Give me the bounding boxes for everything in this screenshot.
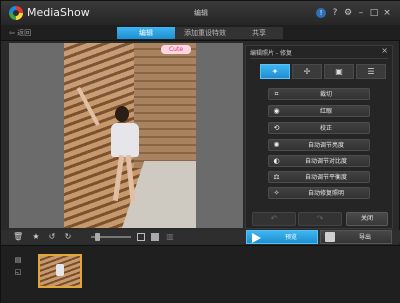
list-view-icon[interactable]: ▤ xyxy=(13,256,23,265)
panel-divider xyxy=(250,58,388,59)
panel-close-icon[interactable]: × xyxy=(381,46,388,55)
auto-brightness-button[interactable]: ✺ 自动调节亮度 xyxy=(268,139,370,151)
photo-preview[interactable] xyxy=(64,43,196,228)
red-eye-button[interactable]: ◉ 红眼 xyxy=(268,105,370,117)
title-bar: MediaShow 编辑 ! ? ⚙ – □ × xyxy=(1,1,400,25)
film-strip: ▤ ◱ xyxy=(1,245,400,303)
thumbnail-view-icon[interactable]: ◱ xyxy=(13,268,23,277)
tab-frame[interactable]: ▣ xyxy=(324,64,354,79)
tab-effects[interactable]: 添加重设特效 xyxy=(175,27,235,39)
tab-auto-fix[interactable]: ✦ xyxy=(260,64,290,79)
app-title: MediaShow xyxy=(27,6,90,19)
play-icon xyxy=(252,233,261,243)
help-icon[interactable]: ? xyxy=(328,6,342,20)
zoom-slider-handle[interactable] xyxy=(95,233,100,241)
edit-panel: 编辑照片 - 修复 × ✦ ✢ ▣ ☰ ⌗ 裁切 ◉ 红眼 ⟲ 校正 ✺ 自动调… xyxy=(245,45,393,229)
back-arrow-icon: ⇦ xyxy=(9,29,18,37)
eye-icon: ◉ xyxy=(273,107,280,115)
info-icon[interactable]: ! xyxy=(316,8,326,18)
full-view-icon[interactable] xyxy=(151,233,159,241)
tab-adjust[interactable]: ✢ xyxy=(292,64,322,79)
straighten-label: 校正 xyxy=(319,125,332,132)
crop-label: 裁切 xyxy=(319,91,332,98)
close-window-button[interactable]: × xyxy=(380,6,394,20)
balance-icon: ⚖ xyxy=(273,173,280,181)
export-label: 导出 xyxy=(358,234,371,241)
rotate-left-icon[interactable]: ↺ xyxy=(47,232,57,242)
nav-bar: ⇦ 返回 编辑 添加重设特效 共享 xyxy=(1,25,400,41)
auto-balance-label: 自动调节平衡度 xyxy=(304,174,347,181)
lighting-icon: ✧ xyxy=(273,189,280,197)
straighten-button[interactable]: ⟲ 校正 xyxy=(268,122,370,134)
close-panel-button[interactable]: 关闭 xyxy=(346,212,388,226)
brightness-icon: ✺ xyxy=(273,141,280,149)
crop-button[interactable]: ⌗ 裁切 xyxy=(268,88,370,100)
auto-brightness-label: 自动调节亮度 xyxy=(307,142,344,149)
photo-canvas: Cute xyxy=(9,43,243,228)
star-icon[interactable]: ★ xyxy=(31,232,41,242)
settings-icon[interactable]: ⚙ xyxy=(341,6,355,20)
panel-title: 编辑照片 - 修复 xyxy=(250,50,292,57)
auto-lighting-button[interactable]: ✧ 自动修复照明 xyxy=(268,187,370,199)
maximize-button[interactable]: □ xyxy=(367,6,381,20)
tab-edit[interactable]: 编辑 xyxy=(117,27,175,39)
auto-contrast-button[interactable]: ◐ 自动调节对比度 xyxy=(268,155,370,167)
tab-settings[interactable]: ☰ xyxy=(356,64,386,79)
app-logo-icon xyxy=(9,6,23,20)
preview-label: 预览 xyxy=(284,234,297,241)
delete-icon[interactable]: 🗑 xyxy=(13,232,23,242)
wood-building xyxy=(134,43,196,168)
app-window: MediaShow 编辑 ! ? ⚙ – □ × ⇦ 返回 编辑 添加重设特效 … xyxy=(0,0,400,303)
red-eye-label: 红眼 xyxy=(319,108,332,115)
back-button[interactable]: ⇦ 返回 xyxy=(9,28,31,38)
back-label: 返回 xyxy=(17,29,32,37)
person-head xyxy=(115,106,129,122)
auto-lighting-label: 自动修复照明 xyxy=(307,190,344,197)
cute-sticker: Cute xyxy=(161,45,191,54)
person-body xyxy=(111,123,139,157)
fit-view-icon[interactable] xyxy=(137,233,145,241)
minimize-button[interactable]: – xyxy=(354,6,368,20)
crop-icon: ⌗ xyxy=(274,90,279,98)
undo-button[interactable]: ↶ xyxy=(252,212,296,226)
rotate-icon: ⟲ xyxy=(273,124,280,132)
contrast-icon: ◐ xyxy=(273,157,280,165)
auto-contrast-label: 自动调节对比度 xyxy=(304,158,347,165)
save-icon xyxy=(325,232,335,242)
rotate-right-icon[interactable]: ↻ xyxy=(63,232,73,242)
redo-button[interactable]: ↷ xyxy=(298,212,342,226)
mode-title: 编辑 xyxy=(194,9,208,17)
preview-button[interactable]: 预览 xyxy=(246,230,318,244)
export-button[interactable]: 导出 xyxy=(320,230,392,244)
auto-balance-button[interactable]: ⚖ 自动调节平衡度 xyxy=(268,171,370,183)
tab-share[interactable]: 共享 xyxy=(235,27,283,39)
photo-thumbnail[interactable] xyxy=(38,254,82,288)
trash-icon[interactable]: ▥ xyxy=(165,232,175,242)
